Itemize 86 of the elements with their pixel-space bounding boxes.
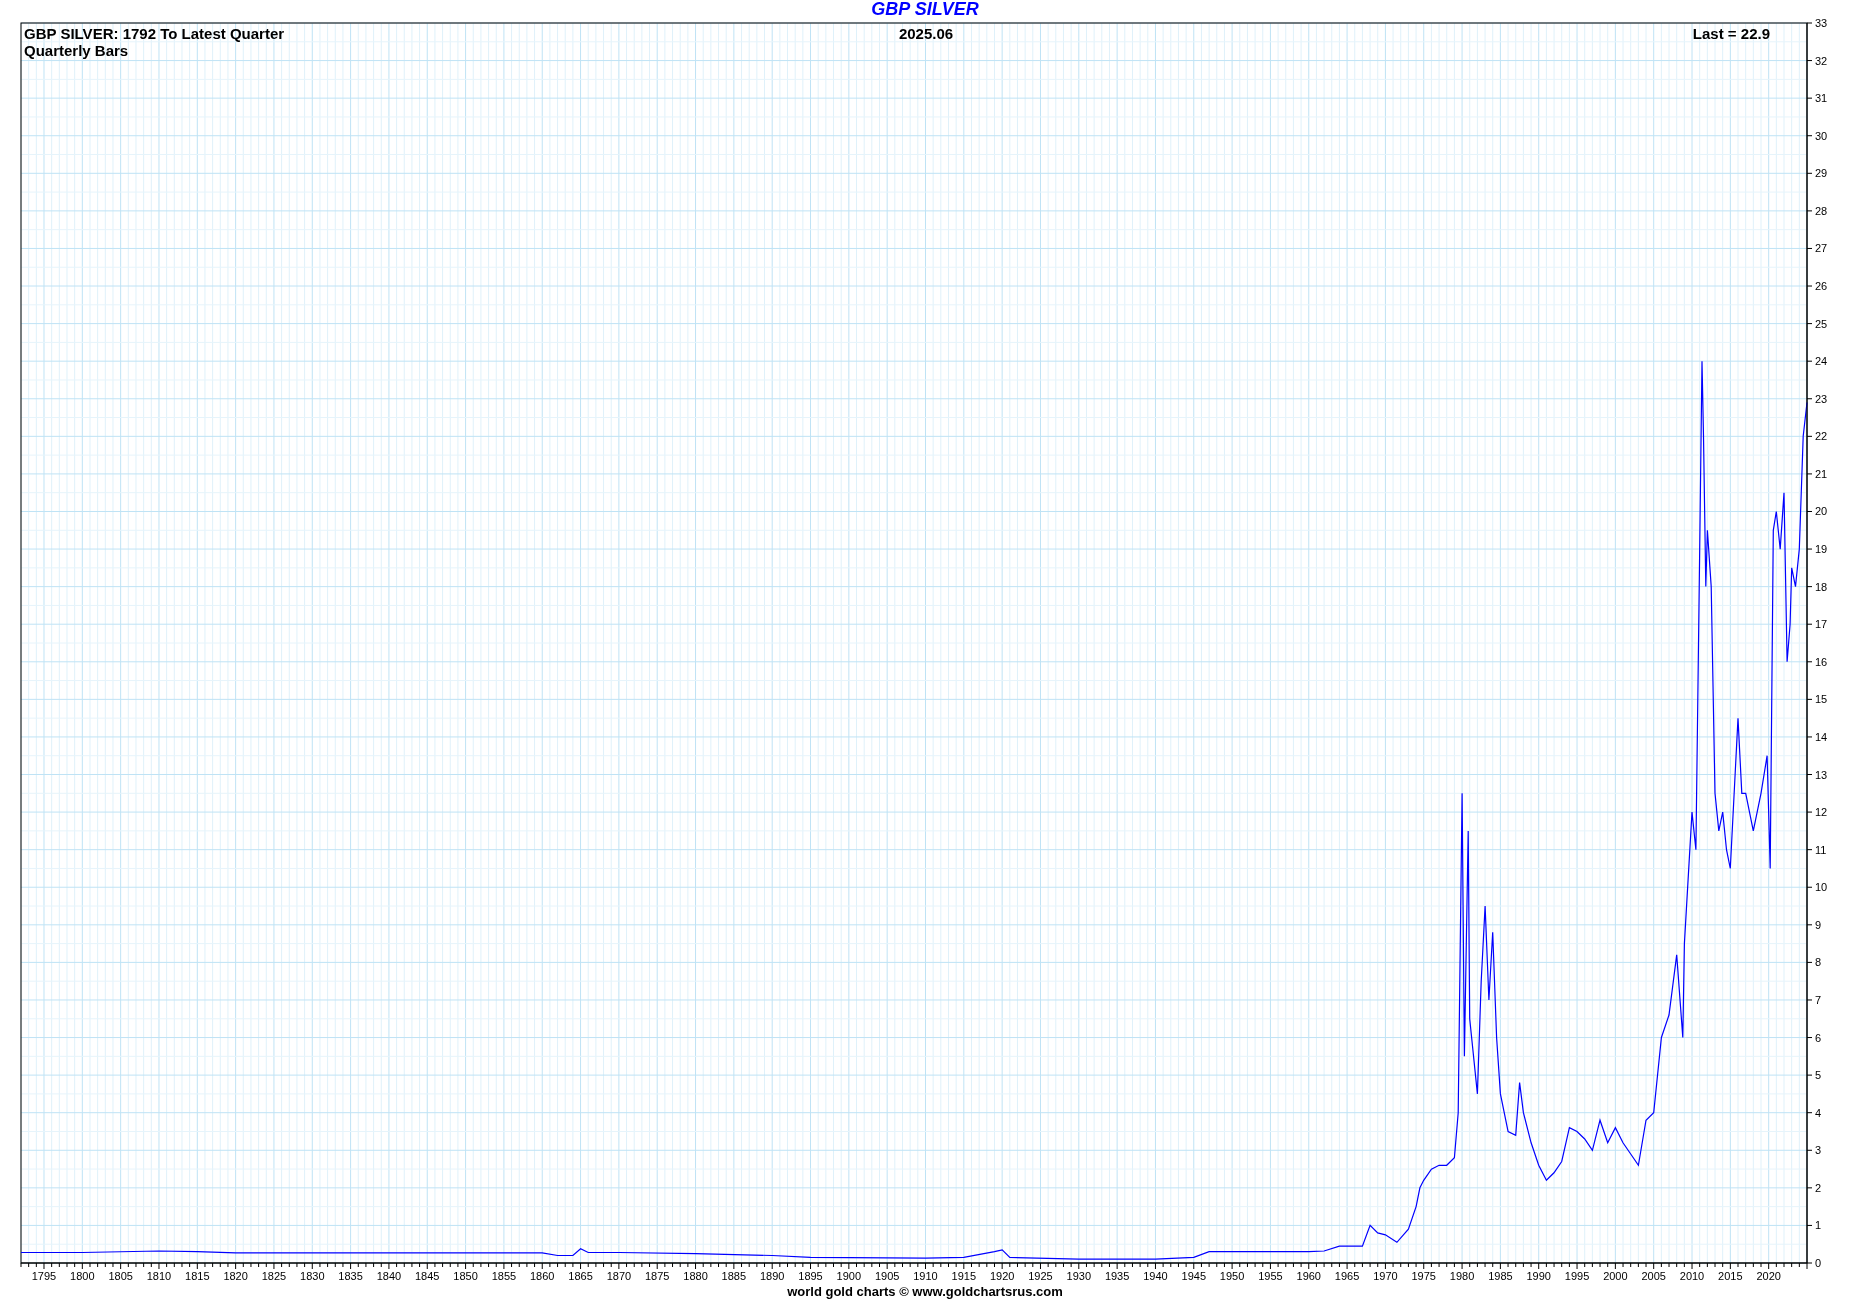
x-tick-label: 1980 bbox=[1449, 1270, 1475, 1282]
x-tick-label: 1920 bbox=[989, 1270, 1015, 1282]
y-tick-label: 15 bbox=[1815, 693, 1828, 706]
x-tick-label: 1990 bbox=[1526, 1270, 1551, 1282]
x-tick-label: 1970 bbox=[1373, 1270, 1398, 1282]
y-tick-label: 29 bbox=[1815, 167, 1828, 180]
y-tick-label: 11 bbox=[1815, 843, 1827, 856]
x-tick-label: 1825 bbox=[261, 1270, 287, 1282]
y-tick-label: 16 bbox=[1815, 655, 1828, 668]
x-tick-label: 1925 bbox=[1028, 1270, 1053, 1282]
y-tick-label: 9 bbox=[1815, 918, 1822, 931]
x-tick-label: 1910 bbox=[913, 1270, 938, 1282]
x-tick-label: 1935 bbox=[1104, 1270, 1130, 1282]
y-tick-label: 22 bbox=[1815, 430, 1828, 443]
x-tick-label: 1870 bbox=[606, 1270, 632, 1282]
y-tick-label: 0 bbox=[1815, 1257, 1822, 1269]
x-tick-label: 1960 bbox=[1296, 1270, 1321, 1282]
x-tick-label: 1835 bbox=[338, 1270, 363, 1282]
y-tick-label: 12 bbox=[1815, 806, 1828, 819]
x-tick-label: 1930 bbox=[1066, 1270, 1092, 1282]
y-tick-label: 28 bbox=[1815, 204, 1828, 217]
y-tick-label: 32 bbox=[1815, 54, 1828, 67]
x-tick-label: 1915 bbox=[951, 1270, 977, 1282]
y-tick-label: 7 bbox=[1815, 993, 1822, 1006]
x-tick-label: 1940 bbox=[1143, 1270, 1168, 1282]
x-tick-label: 1890 bbox=[759, 1270, 785, 1282]
x-tick-label: 1830 bbox=[300, 1270, 325, 1282]
y-tick-label: 25 bbox=[1815, 317, 1828, 330]
chart-title: GBP SILVER bbox=[871, 0, 979, 18]
y-tick-label: 31 bbox=[1815, 92, 1828, 105]
x-tick-label: 1955 bbox=[1258, 1270, 1283, 1282]
y-tick-label: 18 bbox=[1815, 580, 1828, 593]
y-tick-label: 3 bbox=[1815, 1144, 1822, 1157]
x-tick-label: 1945 bbox=[1181, 1270, 1206, 1282]
chart-heading: GBP SILVER: 1792 To Latest Quarter bbox=[24, 25, 285, 42]
chart-subheading: Quarterly Bars bbox=[24, 42, 129, 59]
x-tick-label: 1850 bbox=[453, 1270, 478, 1282]
y-tick-label: 27 bbox=[1815, 242, 1828, 255]
x-tick-label: 1975 bbox=[1411, 1270, 1436, 1282]
last-value: Last = 22.9 bbox=[1692, 25, 1770, 42]
x-tick-label: 1895 bbox=[798, 1270, 823, 1282]
x-tick-label: 1995 bbox=[1564, 1270, 1590, 1282]
y-tick-label: 23 bbox=[1815, 392, 1828, 405]
x-tick-label: 1950 bbox=[1219, 1270, 1245, 1282]
x-tick-label: 2000 bbox=[1603, 1270, 1628, 1282]
x-tick-label: 1900 bbox=[836, 1270, 862, 1282]
x-tick-label: 1855 bbox=[491, 1270, 517, 1282]
y-tick-label: 17 bbox=[1815, 618, 1828, 631]
x-tick-label: 2005 bbox=[1641, 1270, 1666, 1282]
y-tick-label: 19 bbox=[1815, 543, 1828, 556]
x-tick-label: 2015 bbox=[1718, 1270, 1743, 1282]
x-tick-label: 1795 bbox=[31, 1270, 57, 1282]
y-tick-label: 20 bbox=[1815, 505, 1828, 518]
y-tick-label: 6 bbox=[1815, 1031, 1822, 1044]
x-tick-label: 1805 bbox=[108, 1270, 133, 1282]
y-tick-label: 30 bbox=[1815, 129, 1828, 142]
x-tick-label: 1820 bbox=[223, 1270, 248, 1282]
x-tick-label: 1860 bbox=[530, 1270, 555, 1282]
y-tick-label: 10 bbox=[1815, 881, 1828, 894]
y-tick-label: 26 bbox=[1815, 280, 1828, 293]
y-tick-label: 8 bbox=[1815, 956, 1822, 969]
x-tick-label: 1845 bbox=[415, 1270, 440, 1282]
x-tick-label: 1815 bbox=[185, 1270, 210, 1282]
x-tick-label: 1965 bbox=[1334, 1270, 1360, 1282]
y-tick-label: 2 bbox=[1815, 1181, 1822, 1194]
x-tick-label: 1985 bbox=[1488, 1270, 1513, 1282]
x-tick-label: 1800 bbox=[70, 1270, 95, 1282]
y-tick-label: 21 bbox=[1815, 467, 1828, 480]
chart-credit: world gold charts © www.goldchartsrus.com bbox=[787, 1284, 1063, 1300]
y-tick-label: 4 bbox=[1815, 1106, 1822, 1119]
x-tick-label: 1905 bbox=[874, 1270, 900, 1282]
y-tick-label: 14 bbox=[1815, 730, 1828, 743]
x-tick-label: 1885 bbox=[721, 1270, 747, 1282]
chart-date: 2025.06 bbox=[898, 25, 954, 42]
y-tick-label: 5 bbox=[1815, 1069, 1822, 1082]
y-tick-label: 13 bbox=[1815, 768, 1828, 781]
x-tick-label: 2020 bbox=[1756, 1270, 1781, 1282]
x-tick-label: 1875 bbox=[644, 1270, 670, 1282]
x-tick-label: 1810 bbox=[146, 1270, 172, 1282]
x-tick-label: 1880 bbox=[683, 1270, 708, 1282]
y-tick-label: 33 bbox=[1815, 17, 1828, 29]
y-tick-label: 1 bbox=[1815, 1219, 1822, 1232]
x-tick-label: 2010 bbox=[1679, 1270, 1705, 1282]
x-tick-label: 1865 bbox=[568, 1270, 593, 1282]
y-tick-label: 24 bbox=[1815, 355, 1828, 368]
x-tick-label: 1840 bbox=[376, 1270, 402, 1282]
